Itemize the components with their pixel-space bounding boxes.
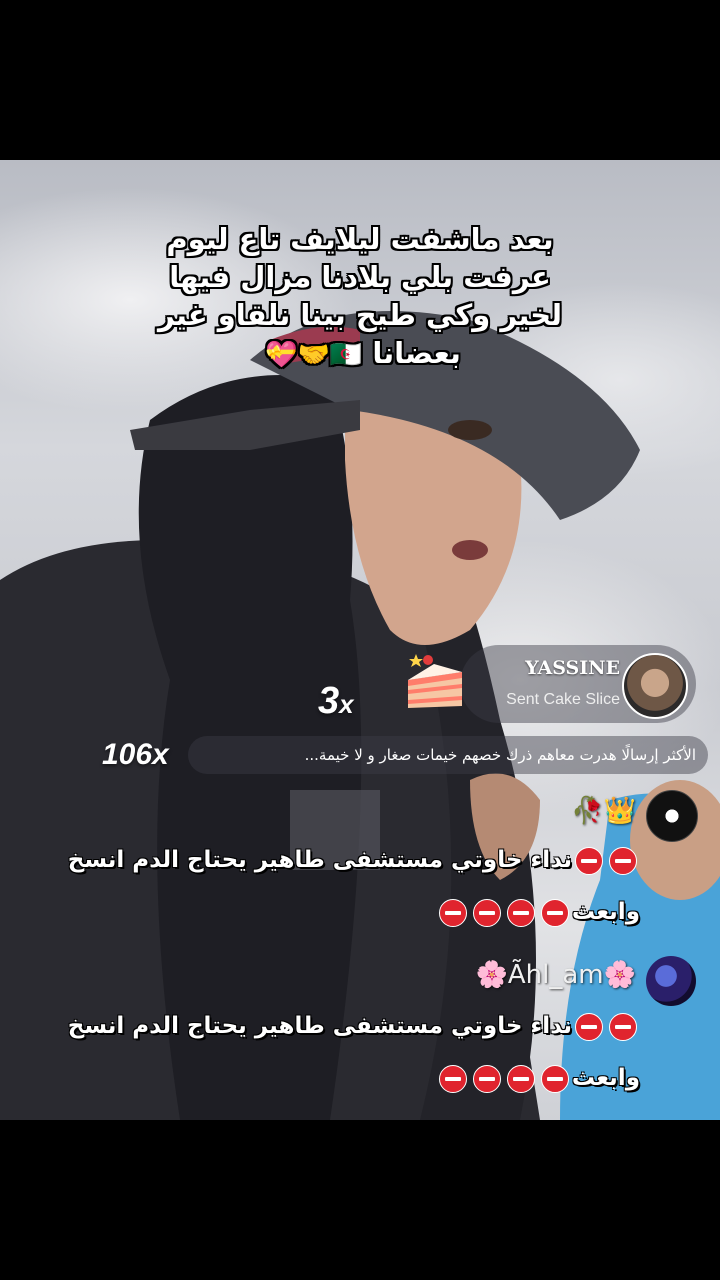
bottom-letterbox <box>0 1120 720 1280</box>
video-caption: بعد ماشفت ليلايف تاع ليوم عرفت بلي بلادن… <box>100 220 620 374</box>
sender-avatar[interactable] <box>622 653 688 719</box>
chat-username-1[interactable]: 👑🥀 <box>480 796 636 826</box>
no-entry-icon <box>438 898 467 927</box>
gift-sender-name: YASSINE <box>525 657 620 679</box>
gift-count-suffix: x <box>339 689 354 719</box>
no-entry-icon <box>506 1064 535 1093</box>
top-letterbox <box>0 0 720 160</box>
gift-count: 3x <box>318 680 354 723</box>
combo-counter: 106x <box>102 738 169 771</box>
chat-message-1: نداء خاوتي مستشفى طاهير يحتاج الدم انسخ … <box>30 834 640 938</box>
top-comment-banner[interactable]: الأكثر إرسالًا هدرت معاهم ذرك خصهم خيمات… <box>188 736 708 774</box>
live-video[interactable]: بعد ماشفت ليلايف تاع ليوم عرفت بلي بلادن… <box>0 160 720 1120</box>
chat-avatar-2[interactable] <box>646 956 696 1006</box>
no-entry-icon <box>472 1064 501 1093</box>
gift-count-number: 3 <box>318 680 340 722</box>
no-entry-icon <box>540 1064 569 1093</box>
no-entry-icon <box>575 846 603 875</box>
chat-avatar-1[interactable] <box>646 790 698 842</box>
chat-username-2[interactable]: 🌸Ãhl_am🌸 <box>380 960 637 990</box>
no-entry-icon <box>609 1012 637 1041</box>
caption-line-3: لخير وكي طيح بينا نلقاو غير <box>157 298 563 332</box>
no-entry-icon <box>438 1064 467 1093</box>
top-comment-text: الأكثر إرسالًا هدرت معاهم ذرك خصهم خيمات… <box>304 746 696 764</box>
caption-line-2: عرفت بلي بلادنا مزال فيها <box>169 260 551 294</box>
no-entry-icon <box>472 898 501 927</box>
cake-slice-icon <box>408 654 462 708</box>
caption-line-4-text: بعضانا <box>372 336 461 370</box>
no-entry-icon <box>609 846 637 875</box>
caption-line-4: بعضانا 🇩🇿🤝💝 <box>100 334 620 374</box>
caption-emojis: 🇩🇿🤝💝 <box>265 340 363 370</box>
no-entry-icon <box>575 1012 603 1041</box>
chat-message-2: نداء خاوتي مستشفى طاهير يحتاج الدم انسخ … <box>30 1000 640 1104</box>
gift-action-text: Sent Cake Slice <box>506 691 620 708</box>
no-entry-icon <box>540 898 569 927</box>
gift-banner: YASSINE Sent Cake Slice <box>460 645 696 723</box>
caption-line-1: بعد ماشفت ليلايف تاع ليوم <box>166 222 554 256</box>
no-entry-icon <box>506 898 535 927</box>
